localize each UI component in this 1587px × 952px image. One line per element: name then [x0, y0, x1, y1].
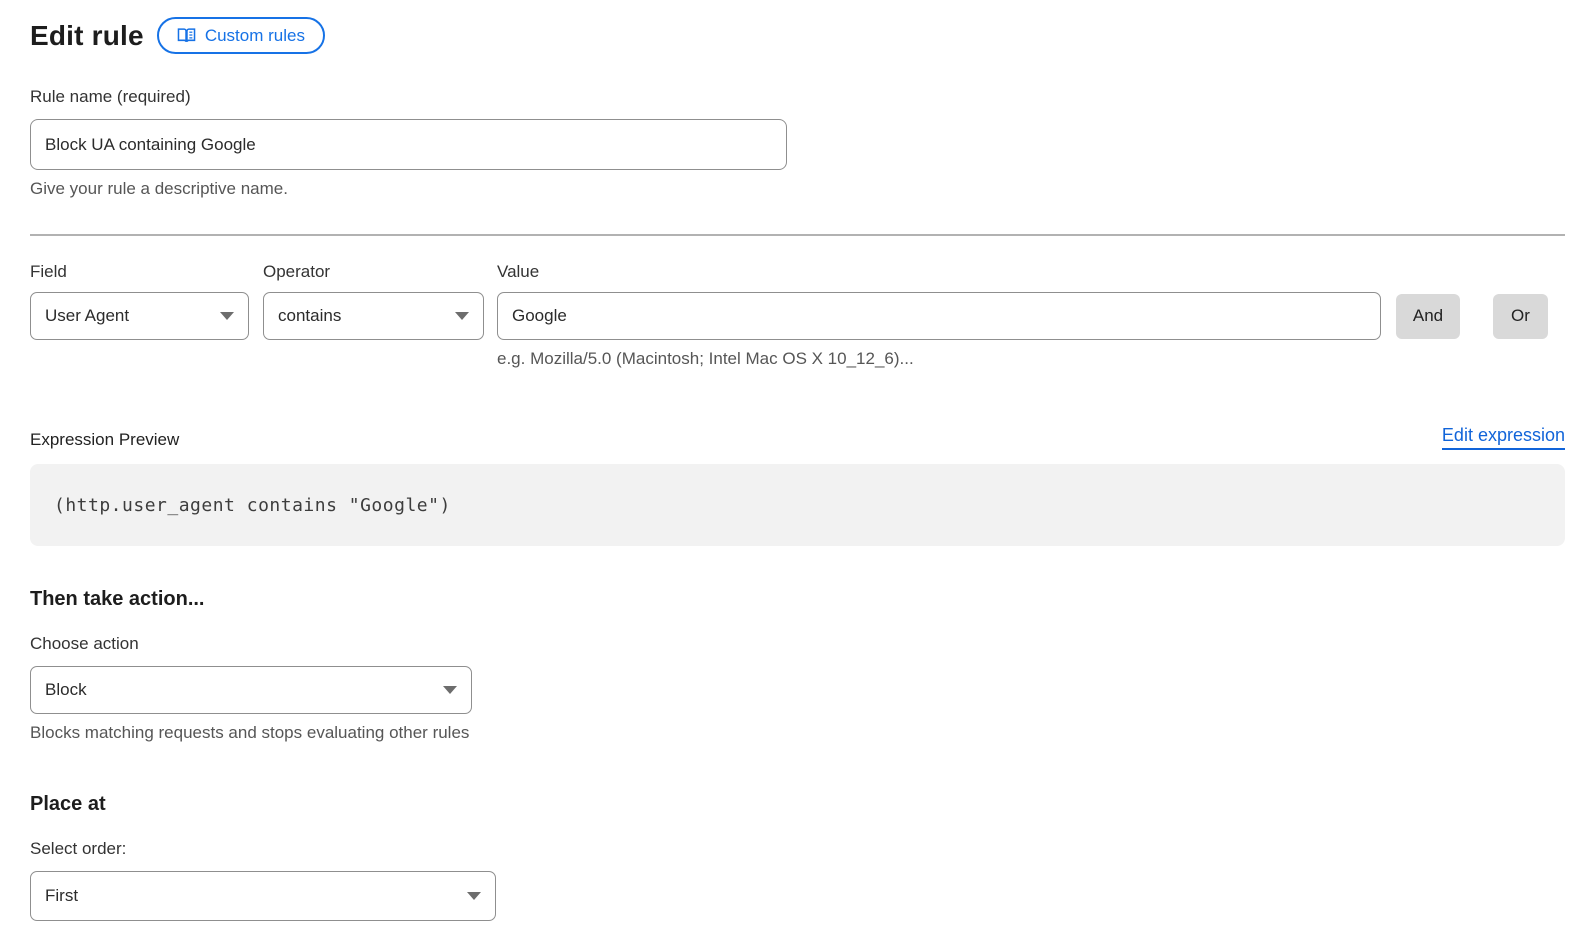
rule-name-label: Rule name (required)	[30, 87, 1565, 107]
chevron-down-icon	[455, 312, 469, 320]
operator-select[interactable]: contains	[263, 292, 484, 340]
action-section: Then take action... Choose action Block …	[30, 588, 1565, 743]
section-divider	[30, 234, 1565, 236]
select-order-label: Select order:	[30, 839, 1565, 859]
chevron-down-icon	[443, 686, 457, 694]
placement-section: Place at Select order: First	[30, 793, 1565, 921]
field-select[interactable]: User Agent	[30, 292, 249, 340]
and-button[interactable]: And	[1396, 294, 1460, 339]
or-button[interactable]: Or	[1493, 294, 1548, 339]
open-book-icon	[177, 27, 196, 44]
field-label: Field	[30, 262, 263, 282]
choose-action-label: Choose action	[30, 634, 1565, 654]
rule-name-helper: Give your rule a descriptive name.	[30, 179, 1565, 199]
expression-header: Expression Preview Edit expression	[30, 425, 1565, 450]
rule-name-section: Rule name (required) Give your rule a de…	[30, 87, 1565, 199]
custom-rules-badge-label: Custom rules	[205, 26, 305, 46]
order-select-value: First	[45, 886, 78, 906]
field-select-value: User Agent	[45, 306, 129, 326]
action-select-value: Block	[45, 680, 87, 700]
edit-expression-link[interactable]: Edit expression	[1442, 425, 1565, 450]
condition-labels: Field Operator Value	[30, 262, 1565, 282]
page-title: Edit rule	[30, 20, 144, 52]
chevron-down-icon	[220, 312, 234, 320]
expression-preview-box: (http.user_agent contains "Google")	[30, 464, 1565, 546]
operator-select-value: contains	[278, 306, 341, 326]
value-helper: e.g. Mozilla/5.0 (Macintosh; Intel Mac O…	[497, 349, 1565, 369]
rule-name-input[interactable]	[30, 119, 787, 170]
action-select[interactable]: Block	[30, 666, 472, 714]
expression-code: (http.user_agent contains "Google")	[54, 495, 451, 516]
action-helper: Blocks matching requests and stops evalu…	[30, 723, 1565, 743]
value-label: Value	[497, 262, 539, 282]
condition-row: User Agent contains And Or	[30, 292, 1565, 340]
order-select[interactable]: First	[30, 871, 496, 921]
value-input[interactable]	[497, 292, 1381, 340]
custom-rules-badge[interactable]: Custom rules	[157, 17, 325, 54]
page-header: Edit rule Custom rules	[30, 17, 1565, 54]
chevron-down-icon	[467, 892, 481, 900]
edit-rule-page: Edit rule Custom rules Rule name (requir…	[0, 0, 1587, 921]
expression-preview-label: Expression Preview	[30, 430, 179, 450]
place-at-heading: Place at	[30, 793, 1565, 816]
operator-label: Operator	[263, 262, 497, 282]
action-heading: Then take action...	[30, 588, 1565, 611]
